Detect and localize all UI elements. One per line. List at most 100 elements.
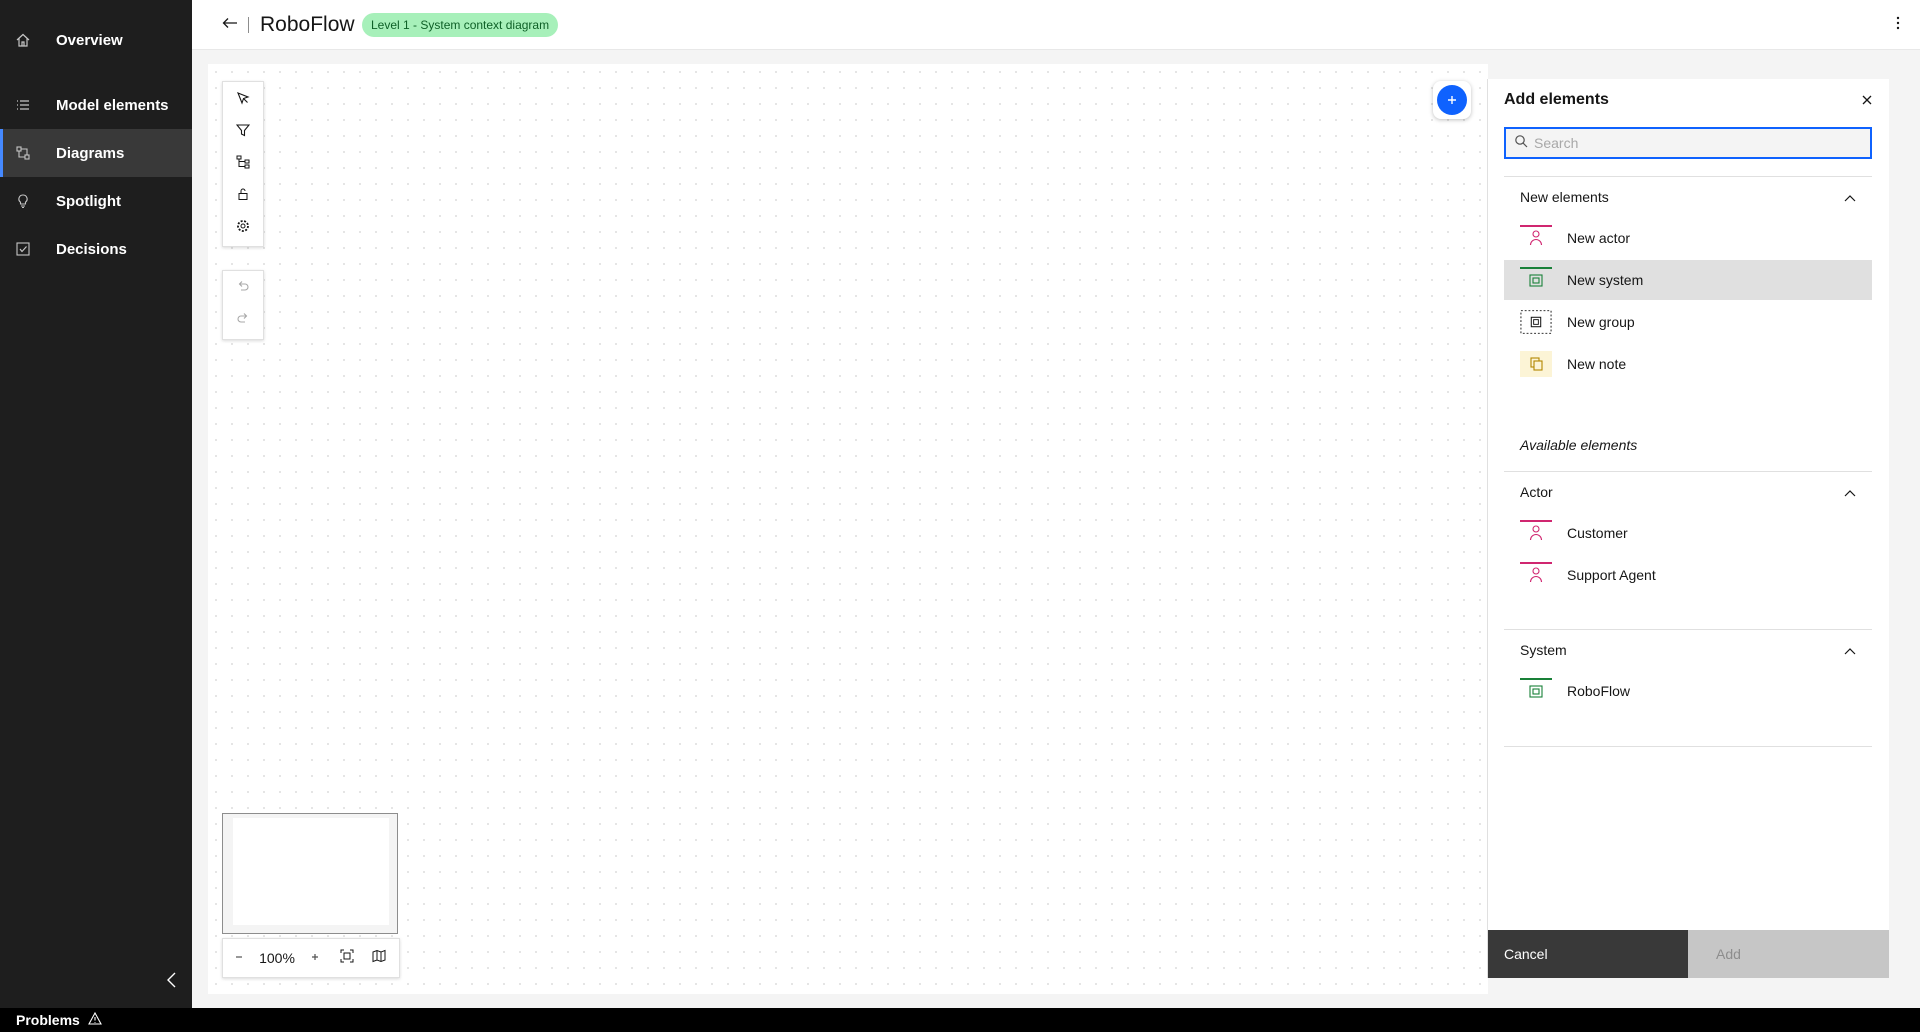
system-icon: [1520, 267, 1552, 293]
section-divider: [1504, 746, 1872, 747]
tree-view-icon: [236, 155, 250, 174]
sidebar-item-diagrams[interactable]: Diagrams: [0, 129, 192, 177]
zoom-controls: 100%: [222, 938, 400, 978]
chevron-up-icon: [1844, 642, 1856, 658]
customer-item[interactable]: Customer: [1504, 513, 1872, 553]
roboflow-system-item[interactable]: RoboFlow: [1504, 671, 1872, 711]
add-elements-button[interactable]: [1433, 81, 1471, 119]
unlock-icon: [237, 187, 249, 206]
item-label: New system: [1567, 272, 1644, 288]
minimap[interactable]: [222, 813, 398, 934]
overflow-menu-button[interactable]: [1888, 15, 1908, 35]
map-icon: [372, 949, 386, 968]
zoom-out-button[interactable]: [223, 939, 255, 977]
minus-icon: [234, 949, 244, 967]
section-title: System: [1520, 641, 1567, 658]
close-icon: [1862, 92, 1872, 110]
sidebar-item-spotlight[interactable]: Spotlight: [0, 177, 192, 225]
panel-title: Add elements: [1504, 91, 1609, 108]
sidebar-item-label: Spotlight: [56, 192, 121, 210]
undo-icon: [236, 280, 250, 299]
chevron-up-icon: [1844, 189, 1856, 205]
add-icon: [1437, 85, 1467, 115]
redo-button[interactable]: [223, 305, 263, 337]
plus-icon: [310, 949, 320, 967]
note-icon: [1520, 351, 1552, 377]
add-elements-panel: Add elements New elements New actor New …: [1487, 79, 1889, 978]
sidebar-item-label: Model elements: [56, 96, 169, 114]
settings-button[interactable]: [223, 212, 263, 244]
close-panel-button[interactable]: [1857, 91, 1877, 111]
collapse-sidebar-button[interactable]: [162, 972, 182, 992]
back-button[interactable]: [220, 15, 240, 35]
actor-icon: [1520, 562, 1552, 588]
available-elements-title: Available elements: [1520, 437, 1638, 453]
lock-button[interactable]: [223, 180, 263, 212]
sidebar: Overview Model elements Diagrams Spotlig…: [0, 0, 192, 1008]
toggle-minimap-button[interactable]: [363, 939, 395, 977]
support-agent-item[interactable]: Support Agent: [1504, 555, 1872, 595]
item-label: New group: [1567, 314, 1635, 330]
sidebar-item-model-elements[interactable]: Model elements: [0, 81, 192, 129]
cancel-button[interactable]: Cancel: [1488, 930, 1688, 978]
new-actor-item[interactable]: New actor: [1504, 218, 1872, 258]
sidebar-item-label: Decisions: [56, 240, 127, 258]
item-label: New note: [1567, 356, 1627, 372]
sidebar-item-decisions[interactable]: Decisions: [0, 225, 192, 273]
actor-icon: [1520, 225, 1552, 251]
gear-icon: [236, 219, 250, 238]
actor-icon: [1520, 520, 1552, 546]
problems-button[interactable]: Problems: [16, 1011, 102, 1028]
item-label: RoboFlow: [1567, 683, 1631, 699]
list-icon: [16, 98, 30, 112]
fit-to-screen-icon: [340, 949, 354, 968]
history-toolbar: [222, 270, 264, 340]
header: RoboFlow Level 1 - System context diagra…: [192, 0, 1920, 50]
sidebar-item-label: Diagrams: [56, 144, 125, 162]
item-label: New actor: [1567, 230, 1631, 246]
sidebar-item-label: Overview: [56, 31, 123, 49]
home-icon: [16, 33, 30, 47]
new-note-item[interactable]: New note: [1504, 344, 1872, 384]
warning-icon: [87, 1011, 102, 1028]
minimap-viewport[interactable]: [233, 818, 389, 925]
item-label: Support Agent: [1567, 567, 1656, 583]
search-field: [1504, 127, 1872, 159]
status-bar: Problems: [0, 1008, 1920, 1032]
canvas-toolbar: [222, 81, 264, 247]
group-icon: [1520, 309, 1552, 335]
fit-to-screen-button[interactable]: [331, 939, 363, 977]
redo-icon: [236, 312, 250, 331]
zoom-level: 100%: [259, 950, 295, 966]
section-title: Actor: [1520, 483, 1553, 500]
search-icon: [1514, 134, 1528, 153]
new-group-item[interactable]: New group: [1504, 302, 1872, 342]
chevron-left-icon: [166, 972, 178, 993]
undo-button[interactable]: [223, 273, 263, 305]
zoom-in-button[interactable]: [299, 939, 331, 977]
header-divider: [248, 17, 249, 33]
actor-section-header[interactable]: Actor: [1504, 471, 1872, 511]
chevron-up-icon: [1844, 484, 1856, 500]
new-elements-section-header[interactable]: New elements: [1504, 176, 1872, 216]
arrow-left-icon: [222, 16, 238, 34]
overflow-menu-vertical-icon: [1896, 16, 1900, 35]
lightbulb-icon: [16, 194, 30, 208]
system-icon: [1520, 678, 1552, 704]
filter-icon: [235, 123, 251, 142]
diagram-canvas[interactable]: [208, 64, 1488, 994]
new-system-item[interactable]: New system: [1504, 260, 1872, 300]
page-title: RoboFlow: [260, 13, 355, 36]
system-section-header[interactable]: System: [1504, 629, 1872, 669]
checkbox-icon: [16, 242, 30, 256]
sidebar-item-overview[interactable]: Overview: [0, 16, 192, 64]
item-label: Customer: [1567, 525, 1628, 541]
section-title: New elements: [1520, 188, 1609, 205]
filter-button[interactable]: [223, 116, 263, 148]
select-tool-button[interactable]: [223, 84, 263, 116]
diagram-level-badge: Level 1 - System context diagram: [362, 13, 559, 37]
auto-layout-button[interactable]: [223, 148, 263, 180]
add-button[interactable]: Add: [1688, 930, 1889, 978]
problems-label: Problems: [16, 1012, 80, 1028]
search-input[interactable]: [1534, 135, 1864, 151]
